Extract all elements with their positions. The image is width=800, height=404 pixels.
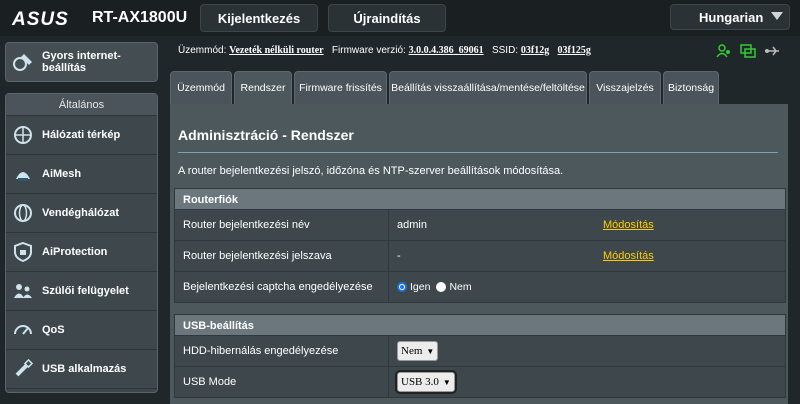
sidebar-section-title: Általános [6, 94, 157, 116]
title-divider [178, 152, 778, 153]
table-row: Bejelentkezési captcha engedélyezése Ige… [174, 272, 786, 303]
sidebar: Általános Hálózati térkép AiMesh Vendégh… [5, 93, 158, 393]
section-header-usb-settings: USB-beállítás [174, 314, 786, 336]
sidebar-item-parental-control[interactable]: Szülői felügyelet [6, 272, 157, 311]
sidebar-item-label: USB alkalmazás [42, 363, 127, 375]
sidebar-item-label: AiMesh [42, 168, 82, 180]
login-name-label: Router bejelentkezési név [175, 210, 389, 240]
sidebar-item-aiprotection[interactable]: AiProtection [6, 233, 157, 272]
modify-login-name-link[interactable]: Módosítás [603, 219, 654, 231]
hdd-hibernation-value: Nem [401, 345, 423, 357]
captcha-label: Bejelentkezési captcha engedélyezése [175, 272, 389, 302]
clients-icon[interactable] [716, 43, 732, 64]
sidebar-item-label: Szülői felügyelet [42, 285, 129, 297]
hdd-hibernation-select[interactable]: Nem ▼ [397, 341, 439, 361]
section-header-router-account: Routerfiók [174, 188, 786, 210]
chevron-down-icon: ▼ [442, 377, 451, 387]
tab-system[interactable]: Rendszer [234, 71, 292, 104]
hdd-hibernation-label: HDD-hibernálás engedélyezése [175, 336, 389, 366]
table-row: USB Mode USB 3.0 ▼ [174, 367, 786, 398]
ssid-5g-link[interactable]: 03f125g [558, 45, 591, 56]
status-icons [716, 43, 780, 64]
firmware-value-link[interactable]: 3.0.0.4.386_69061 [409, 45, 484, 56]
tab-feedback[interactable]: Visszajelzés [589, 71, 661, 104]
router-model: RT-AX1800U [92, 9, 188, 26]
ssid-24g-link[interactable]: 03f12g [521, 45, 549, 56]
reboot-button[interactable]: Újraindítás [328, 4, 446, 32]
usb-settings-table: USB-beállítás HDD-hibernálás engedélyezé… [174, 314, 786, 398]
usb-status-icon[interactable] [764, 43, 780, 64]
quick-internet-setup-button[interactable]: Gyors internet-beállítás [5, 42, 158, 82]
tab-firmware-upgrade[interactable]: Firmware frissítés [294, 71, 387, 104]
usb-mode-value: USB 3.0 [401, 376, 439, 388]
sidebar-item-qos[interactable]: QoS [6, 311, 157, 350]
table-row: Router bejelentkezési név admin Módosítá… [174, 210, 786, 241]
sidebar-item-label: Vendéghálózat [42, 207, 120, 219]
password-label: Router bejelentkezési jelszava [175, 241, 389, 271]
table-row: Router bejelentkezési jelszava - Módosít… [174, 241, 786, 272]
aiprotection-icon [12, 241, 34, 263]
sidebar-item-guest-network[interactable]: Vendéghálózat [6, 194, 157, 233]
sidebar-item-label: Hálózati térkép [42, 129, 121, 141]
ssid-label: SSID: [491, 45, 519, 56]
tab-operation-mode[interactable]: Üzemmód [170, 71, 232, 104]
table-row: HDD-hibernálás engedélyezése Nem ▼ [174, 336, 786, 367]
quick-setup-label: Gyors internet-beállítás [42, 50, 121, 74]
status-info-line: Üzemmód: Vezeték nélküli router Firmware… [178, 45, 591, 56]
page-title: Adminisztráció - Rendszer [178, 127, 354, 143]
mode-label: Üzemmód: [178, 45, 227, 56]
network-status-icon[interactable] [740, 43, 756, 64]
top-bar: ASUS RT-AX1800U Kijelentkezés Újraindítá… [0, 0, 800, 36]
sidebar-item-network-map[interactable]: Hálózati térkép [6, 116, 157, 155]
qos-icon [12, 319, 34, 341]
captcha-yes-label: Igen [410, 281, 431, 293]
tab-restore-save-upload[interactable]: Beállítás visszaállítása/mentése/feltölt… [389, 71, 587, 104]
login-name-value: admin [397, 219, 427, 231]
language-value: Hungarian [699, 9, 764, 25]
tab-security[interactable]: Biztonság [663, 71, 719, 104]
mode-value-link[interactable]: Vezeték nélküli router [229, 45, 323, 56]
guest-network-icon [12, 202, 34, 224]
captcha-no-radio[interactable] [436, 282, 447, 292]
sidebar-item-aimesh[interactable]: AiMesh [6, 155, 157, 194]
usb-mode-label: USB Mode [175, 367, 389, 397]
password-value: - [397, 250, 401, 262]
asus-logo[interactable]: ASUS [12, 9, 69, 31]
aimesh-icon [12, 163, 34, 185]
sidebar-item-usb-application[interactable]: USB alkalmazás [6, 350, 157, 389]
modify-password-link[interactable]: Módosítás [603, 250, 654, 262]
captcha-no-label: Nem [449, 281, 472, 293]
parental-control-icon [12, 280, 34, 302]
sidebar-item-label: AiProtection [42, 246, 108, 258]
page-description: A router bejelentkezési jelszó, időzóna … [178, 165, 564, 177]
captcha-yes-radio[interactable] [397, 282, 407, 292]
usb-mode-select[interactable]: USB 3.0 ▼ [395, 370, 457, 394]
quick-setup-icon [12, 51, 34, 73]
sidebar-item-label: QoS [42, 324, 65, 336]
chevron-down-icon [771, 12, 783, 20]
language-select[interactable]: Hungarian [670, 4, 790, 30]
usb-icon [12, 358, 34, 380]
router-account-table: Routerfiók Router bejelentkezési név adm… [174, 188, 786, 303]
logout-button[interactable]: Kijelentkezés [200, 4, 318, 32]
firmware-label: Firmware verzió: [331, 45, 406, 56]
chevron-down-icon: ▼ [426, 346, 435, 356]
network-map-icon [12, 124, 34, 146]
